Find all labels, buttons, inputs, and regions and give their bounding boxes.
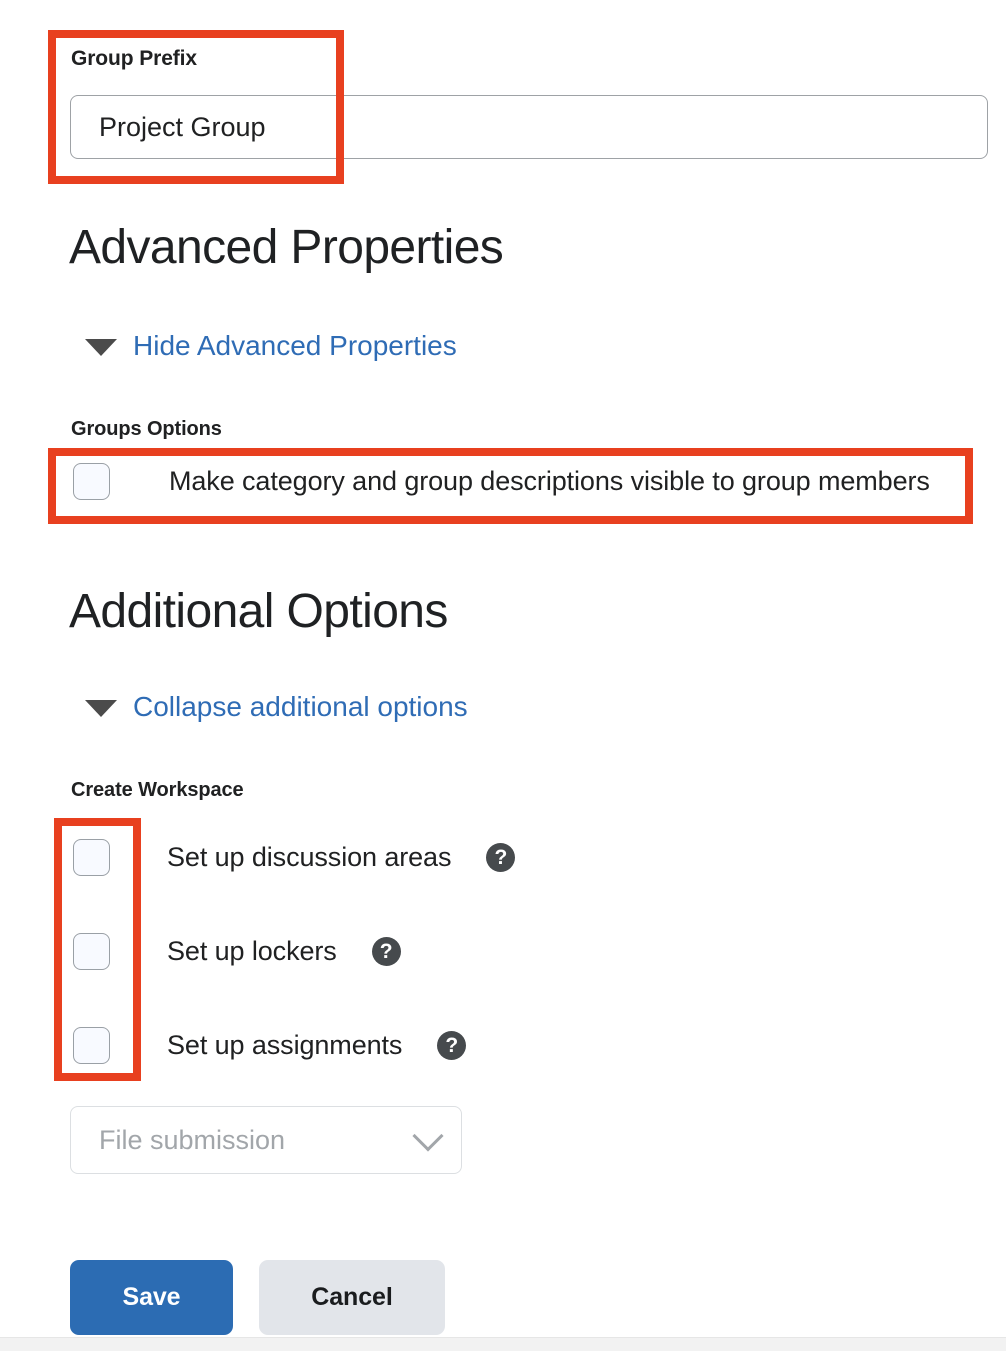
question-mark-icon[interactable]: ? xyxy=(486,843,516,872)
collapse-additional-options-label: Collapse additional options xyxy=(133,691,468,722)
chevron-down-icon xyxy=(412,1120,444,1152)
group-prefix-label: Group Prefix xyxy=(71,47,197,70)
advanced-properties-heading: Advanced Properties xyxy=(69,221,504,274)
set-up-discussion-areas-checkbox[interactable] xyxy=(73,839,110,876)
groups-options-label: Groups Options xyxy=(71,418,222,440)
caret-down-icon xyxy=(85,339,117,356)
save-button[interactable]: Save xyxy=(70,1260,233,1335)
set-up-assignments-label: Set up assignments xyxy=(167,1030,403,1060)
group-prefix-input[interactable] xyxy=(70,95,988,159)
set-up-discussion-areas-label: Set up discussion areas xyxy=(167,842,452,872)
descriptions-visible-checkbox[interactable] xyxy=(73,463,110,500)
set-up-assignments-checkbox[interactable] xyxy=(73,1027,110,1064)
group-category-settings-page: Group Prefix Advanced Properties Hide Ad… xyxy=(0,0,1006,1351)
descriptions-visible-label: Make category and group descriptions vis… xyxy=(169,466,930,496)
set-up-lockers-row[interactable]: Set up lockers ? xyxy=(73,933,401,970)
question-mark-icon[interactable]: ? xyxy=(437,1031,467,1060)
descriptions-visible-checkbox-row[interactable]: Make category and group descriptions vis… xyxy=(73,463,930,500)
collapse-additional-options-toggle[interactable]: Collapse additional options xyxy=(85,691,468,723)
hide-advanced-properties-label: Hide Advanced Properties xyxy=(133,330,457,361)
cancel-button[interactable]: Cancel xyxy=(259,1260,445,1335)
question-mark-icon[interactable]: ? xyxy=(371,937,401,966)
set-up-lockers-label: Set up lockers xyxy=(167,936,337,966)
submission-type-selected-value: File submission xyxy=(99,1124,286,1155)
caret-down-icon xyxy=(85,700,117,717)
set-up-assignments-row[interactable]: Set up assignments ? xyxy=(73,1027,467,1064)
hide-advanced-properties-toggle[interactable]: Hide Advanced Properties xyxy=(85,330,457,362)
create-workspace-label: Create Workspace xyxy=(71,779,244,801)
footer-strip xyxy=(0,1337,1006,1351)
submission-type-select[interactable]: File submission xyxy=(70,1106,462,1174)
set-up-discussion-areas-row[interactable]: Set up discussion areas ? xyxy=(73,839,516,876)
additional-options-heading: Additional Options xyxy=(69,585,448,638)
set-up-lockers-checkbox[interactable] xyxy=(73,933,110,970)
